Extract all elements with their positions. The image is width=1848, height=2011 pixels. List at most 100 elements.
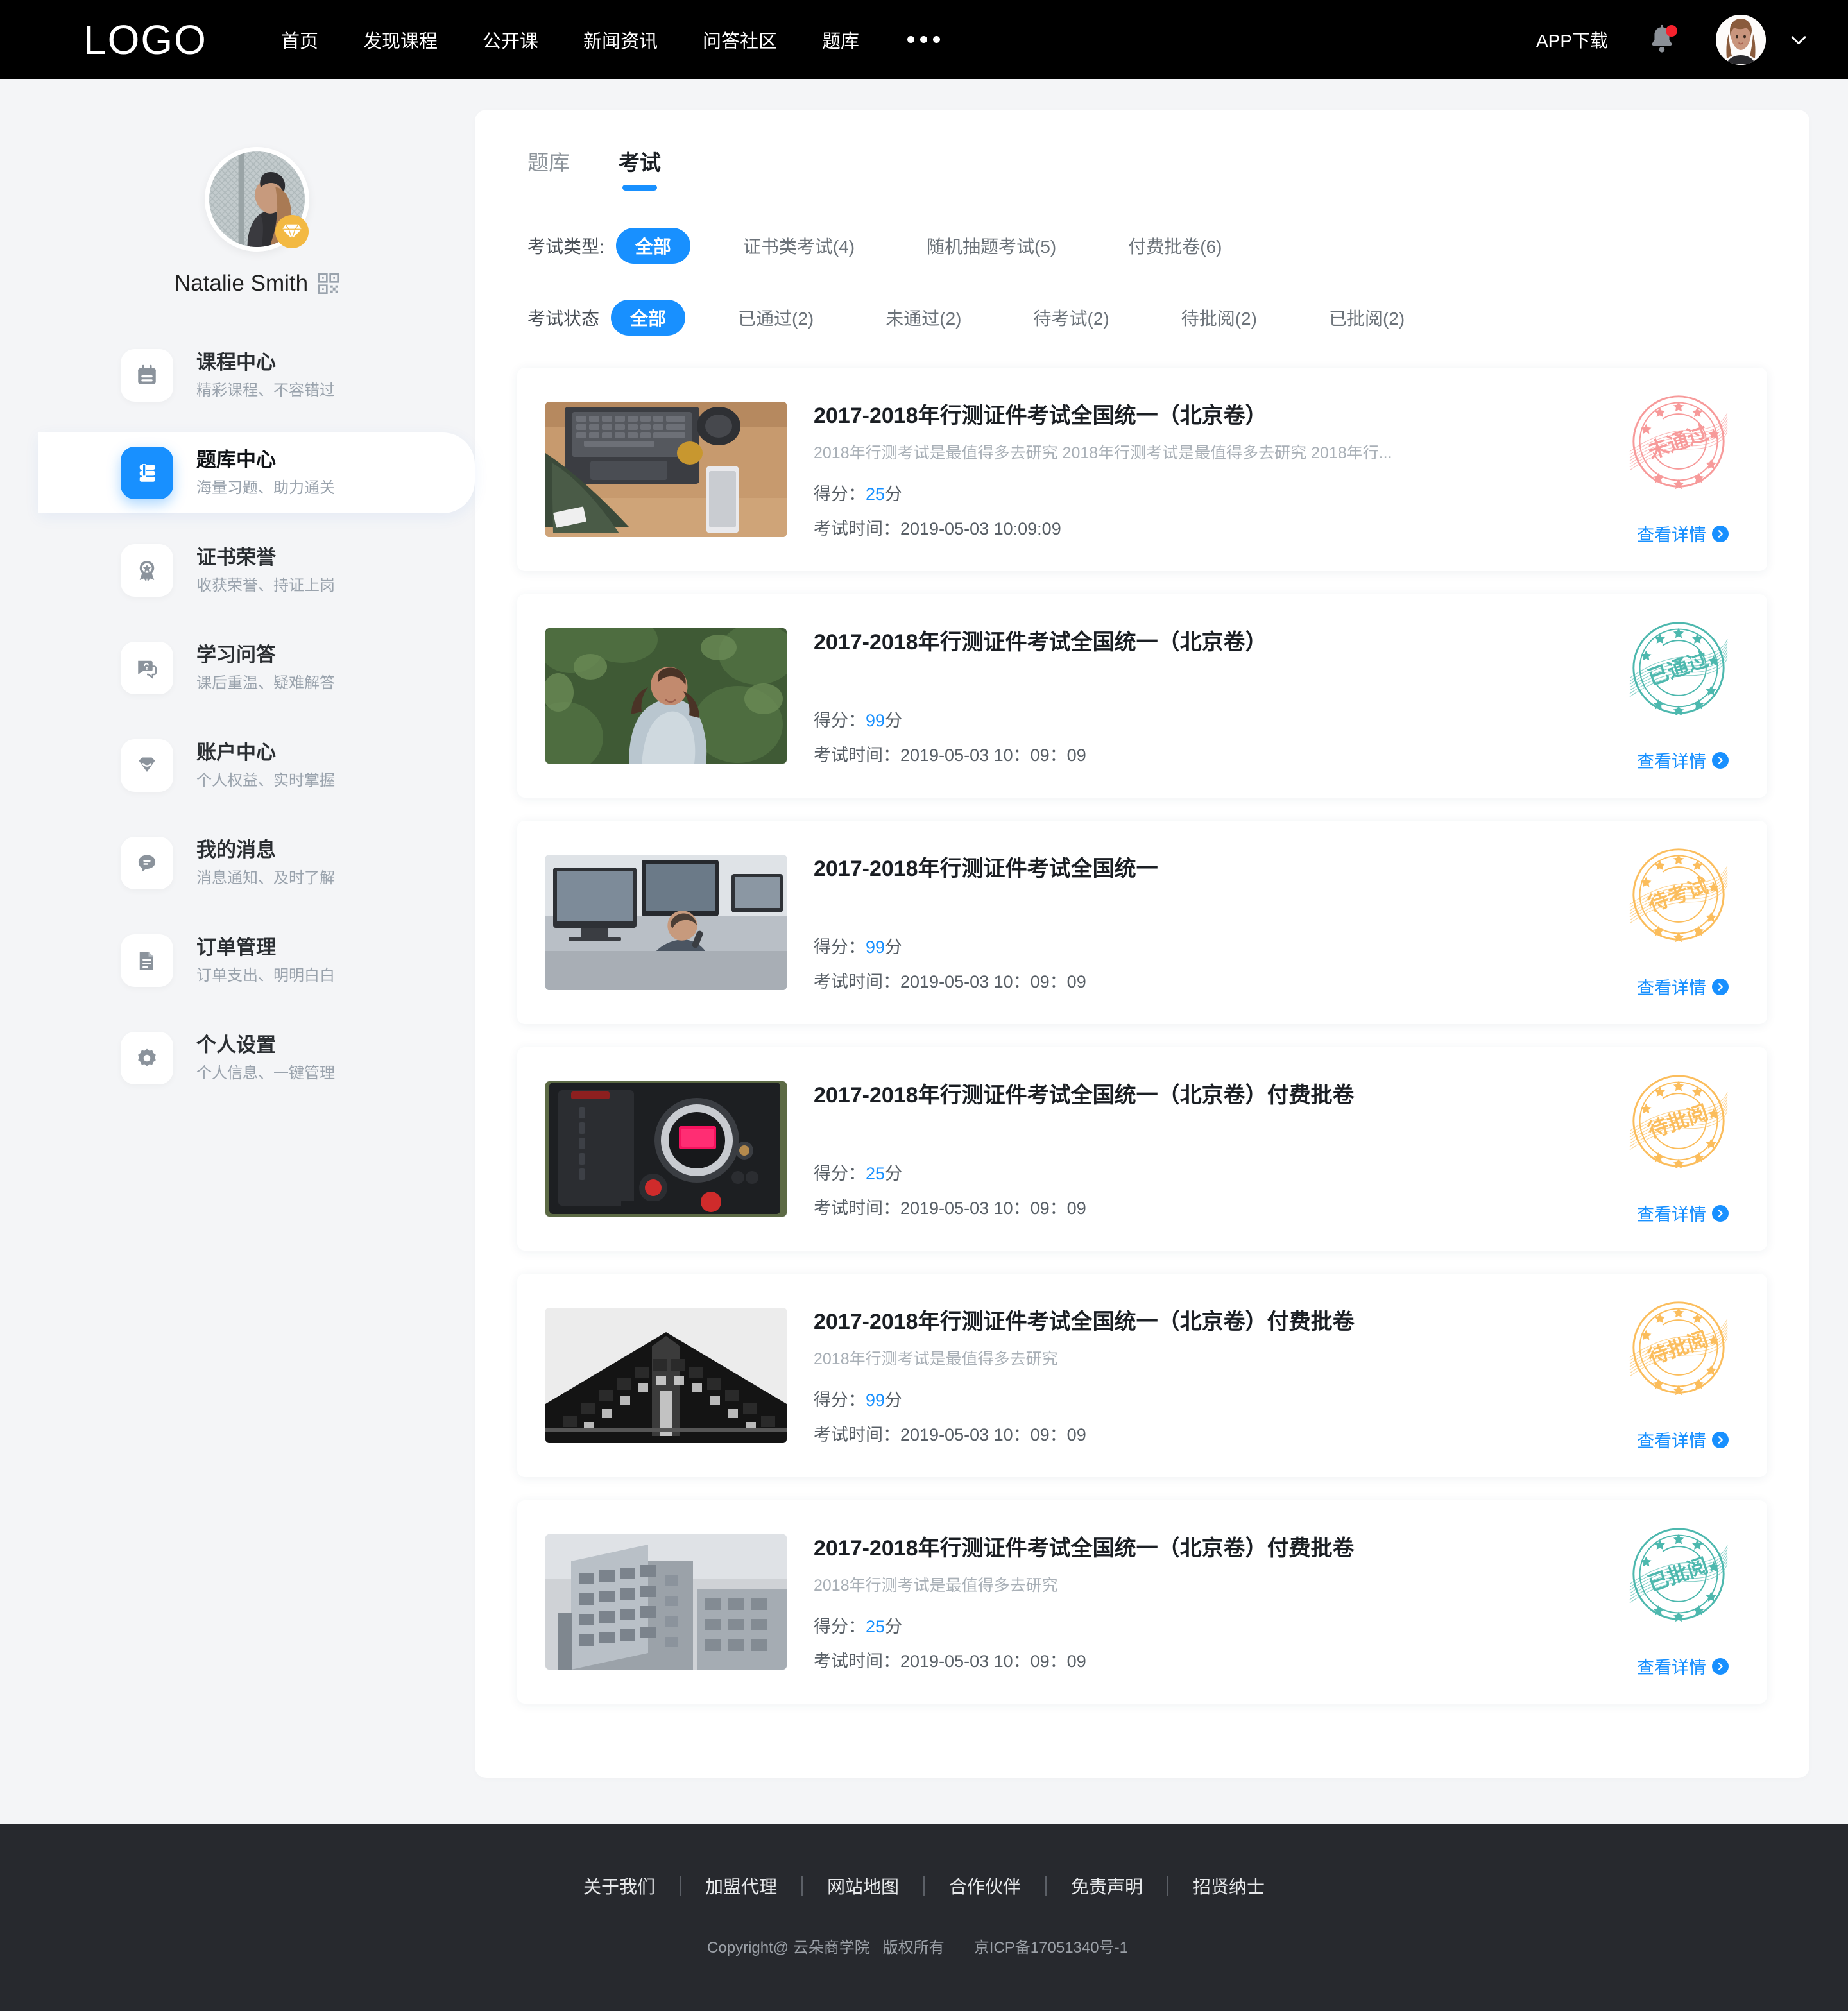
exam-thumbnail xyxy=(545,628,787,764)
footer-link-careers[interactable]: 招贤纳士 xyxy=(1168,1873,1289,1899)
chip-exam-status-pending-exam[interactable]: 待考试(2) xyxy=(1014,300,1129,336)
chevron-right-icon xyxy=(1712,1657,1729,1675)
icp-license[interactable]: 京ICP备17051340号-1 xyxy=(974,1939,1128,1956)
chevron-right-icon xyxy=(1712,1431,1729,1448)
view-detail-link[interactable]: 查看详情 xyxy=(1637,1427,1729,1452)
exam-card[interactable]: 2017-2018年行测证件考试全国统一（北京卷） 2018年行测考试是最值得多… xyxy=(517,368,1767,571)
view-detail-label: 查看详情 xyxy=(1637,979,1706,998)
sidebar-item-text: 个人设置 个人信息、一键管理 xyxy=(196,1033,335,1083)
chip-exam-status-reviewed[interactable]: 已批阅(2) xyxy=(1310,300,1424,336)
exam-score: 得分：25分 xyxy=(814,1613,902,1638)
chip-exam-type-paid-grading[interactable]: 付费批卷(6) xyxy=(1109,228,1241,264)
exam-card[interactable]: 2017-2018年行测证件考试全国统一（北京卷）付费批卷 2018年行测考试是… xyxy=(517,1500,1767,1704)
exam-card[interactable]: 2017-2018年行测证件考试全国统一（北京卷）付费批卷 得分：25分 考试时… xyxy=(517,1047,1767,1251)
site-logo[interactable]: LOGO xyxy=(83,19,207,60)
exam-thumbnail xyxy=(545,1081,787,1217)
view-detail-link[interactable]: 查看详情 xyxy=(1637,974,1729,999)
status-badge: 已批阅 xyxy=(1629,1524,1729,1624)
view-detail-link[interactable]: 查看详情 xyxy=(1637,1654,1729,1679)
sidebar-item-personal-settings[interactable]: 个人设置 个人信息、一键管理 xyxy=(38,1018,475,1099)
view-detail-link[interactable]: 查看详情 xyxy=(1637,1201,1729,1226)
sidebar-item-certificates[interactable]: 证书荣誉 收获荣誉、持证上岗 xyxy=(38,530,475,611)
sidebar-item-title: 个人设置 xyxy=(196,1034,276,1057)
sidebar-item-subtitle: 精彩课程、不容错过 xyxy=(196,381,335,399)
exam-card[interactable]: 2017-2018年行测证件考试全国统一（北京卷） 得分：99分 考试时间：20… xyxy=(517,594,1767,798)
chip-exam-status-pending-review[interactable]: 待批阅(2) xyxy=(1162,300,1276,336)
chevron-right-icon xyxy=(1712,751,1729,769)
app-download-link[interactable]: APP下载 xyxy=(1536,27,1608,53)
view-detail-link[interactable]: 查看详情 xyxy=(1637,748,1729,773)
chevron-down-icon[interactable] xyxy=(1788,29,1810,51)
footer-link-partners[interactable]: 合作伙伴 xyxy=(925,1873,1045,1899)
exam-time: 考试时间：2019-05-03 10：09：09 xyxy=(814,1194,1086,1219)
footer-link-franchise[interactable]: 加盟代理 xyxy=(681,1873,801,1899)
footer-link-disclaimer[interactable]: 免责声明 xyxy=(1047,1873,1167,1899)
view-detail-label: 查看详情 xyxy=(1637,1658,1706,1677)
book-icon xyxy=(121,447,173,499)
footer-link-sitemap[interactable]: 网站地图 xyxy=(803,1873,923,1899)
nav-item-qa-community[interactable]: 问答社区 xyxy=(680,26,800,53)
sidebar-item-order-management[interactable]: 订单管理 订单支出、明明白白 xyxy=(38,920,475,1001)
sidebar-item-subtitle: 个人信息、一键管理 xyxy=(196,1064,335,1082)
exam-score: 得分：99分 xyxy=(814,706,902,732)
chip-exam-status-failed[interactable]: 未通过(2) xyxy=(866,300,980,336)
score-value: 25 xyxy=(866,1164,886,1183)
score-unit: 分 xyxy=(885,1617,903,1636)
sidebar-item-learning-qa[interactable]: 学习问答 课后重温、疑难解答 xyxy=(38,628,475,708)
exam-card[interactable]: 2017-2018年行测证件考试全国统一 得分：99分 考试时间：2019-05… xyxy=(517,821,1767,1024)
chip-exam-type-random[interactable]: 随机抽题考试(5) xyxy=(907,228,1075,264)
footer-link-about-us[interactable]: 关于我们 xyxy=(559,1873,680,1899)
time-label: 考试时间： xyxy=(814,1199,900,1218)
exam-card[interactable]: 2017-2018年行测证件考试全国统一（北京卷）付费批卷 2018年行测考试是… xyxy=(517,1274,1767,1477)
exam-card-right: 待考试 查看详情 xyxy=(1566,848,1733,998)
nav-item-question-bank[interactable]: 题库 xyxy=(800,26,882,53)
tab-exam[interactable]: 考试 xyxy=(619,146,661,191)
calendar-icon xyxy=(121,349,173,402)
qr-code-icon[interactable] xyxy=(318,273,339,294)
nav-item-news[interactable]: 新闻资讯 xyxy=(561,26,680,53)
exam-thumbnail xyxy=(545,1308,787,1443)
chip-exam-type-certificate[interactable]: 证书类考试(4) xyxy=(724,228,874,264)
sidebar-item-title: 订单管理 xyxy=(196,936,276,959)
exam-description: 2018年行测考试是最值得多去研究 2018年行测考试是最值得多去研究 2018… xyxy=(814,444,1392,463)
sidebar-item-question-bank-center[interactable]: 题库中心 海量习题、助力通关 xyxy=(38,432,475,513)
filter-label-exam-type: 考试类型: xyxy=(527,237,604,257)
copyright-text: Copyright@ 云朵商学院 版权所有 京ICP备17051340号-1 xyxy=(0,1935,1848,1957)
score-label: 得分： xyxy=(814,484,866,504)
medal-icon xyxy=(121,544,173,597)
exam-time: 考试时间：2019-05-03 10：09：09 xyxy=(814,968,1086,993)
nav-item-discover-courses[interactable]: 发现课程 xyxy=(341,26,460,53)
chat-icon xyxy=(121,837,173,889)
chip-exam-status-passed[interactable]: 已通过(2) xyxy=(719,300,833,336)
sidebar-item-account-center[interactable]: 账户中心 个人权益、实时掌握 xyxy=(38,725,475,806)
exam-score: 得分：25分 xyxy=(814,1160,902,1185)
chip-exam-type-all[interactable]: 全部 xyxy=(615,228,690,264)
view-detail-link[interactable]: 查看详情 xyxy=(1637,521,1729,546)
score-value: 99 xyxy=(866,1391,886,1410)
time-label: 考试时间： xyxy=(814,1425,900,1444)
profile-avatar[interactable] xyxy=(204,147,309,252)
exam-title: 2017-2018年行测证件考试全国统一（北京卷）付费批卷 xyxy=(814,1083,1355,1108)
score-value: 25 xyxy=(866,484,886,504)
chip-exam-status-all[interactable]: 全部 xyxy=(611,300,686,336)
sidebar-item-my-messages[interactable]: 我的消息 消息通知、及时了解 xyxy=(38,823,475,903)
avatar[interactable] xyxy=(1716,14,1766,65)
sidebar-item-subtitle: 海量习题、助力通关 xyxy=(196,479,335,497)
sidebar-item-subtitle: 个人权益、实时掌握 xyxy=(196,771,335,789)
notification-bell-button[interactable] xyxy=(1648,24,1677,55)
nav-item-home[interactable]: 首页 xyxy=(259,26,341,53)
tab-question-bank[interactable]: 题库 xyxy=(527,146,570,191)
page-root: LOGO 首页 发现课程 公开课 新闻资讯 问答社区 题库 APP下载 Nata… xyxy=(0,0,1848,2011)
exam-time: 考试时间：2019-05-03 10：09：09 xyxy=(814,741,1086,766)
exam-card-body: 2017-2018年行测证件考试全国统一（北京卷）付费批卷 2018年行测考试是… xyxy=(787,1308,1566,1444)
view-detail-label: 查看详情 xyxy=(1637,526,1706,545)
exam-card-body: 2017-2018年行测证件考试全国统一（北京卷）付费批卷 2018年行测考试是… xyxy=(787,1534,1566,1671)
sidebar-item-text: 账户中心 个人权益、实时掌握 xyxy=(196,740,335,791)
time-value: 2019-05-03 10：09：09 xyxy=(900,746,1086,765)
score-unit: 分 xyxy=(885,1164,903,1183)
sidebar-item-title: 账户中心 xyxy=(196,741,276,764)
nav-item-open-class[interactable]: 公开课 xyxy=(460,26,561,53)
sidebar-item-course-center[interactable]: 课程中心 精彩课程、不容错过 xyxy=(38,335,475,416)
ellipsis-icon[interactable] xyxy=(882,36,966,43)
score-unit: 分 xyxy=(885,711,903,730)
